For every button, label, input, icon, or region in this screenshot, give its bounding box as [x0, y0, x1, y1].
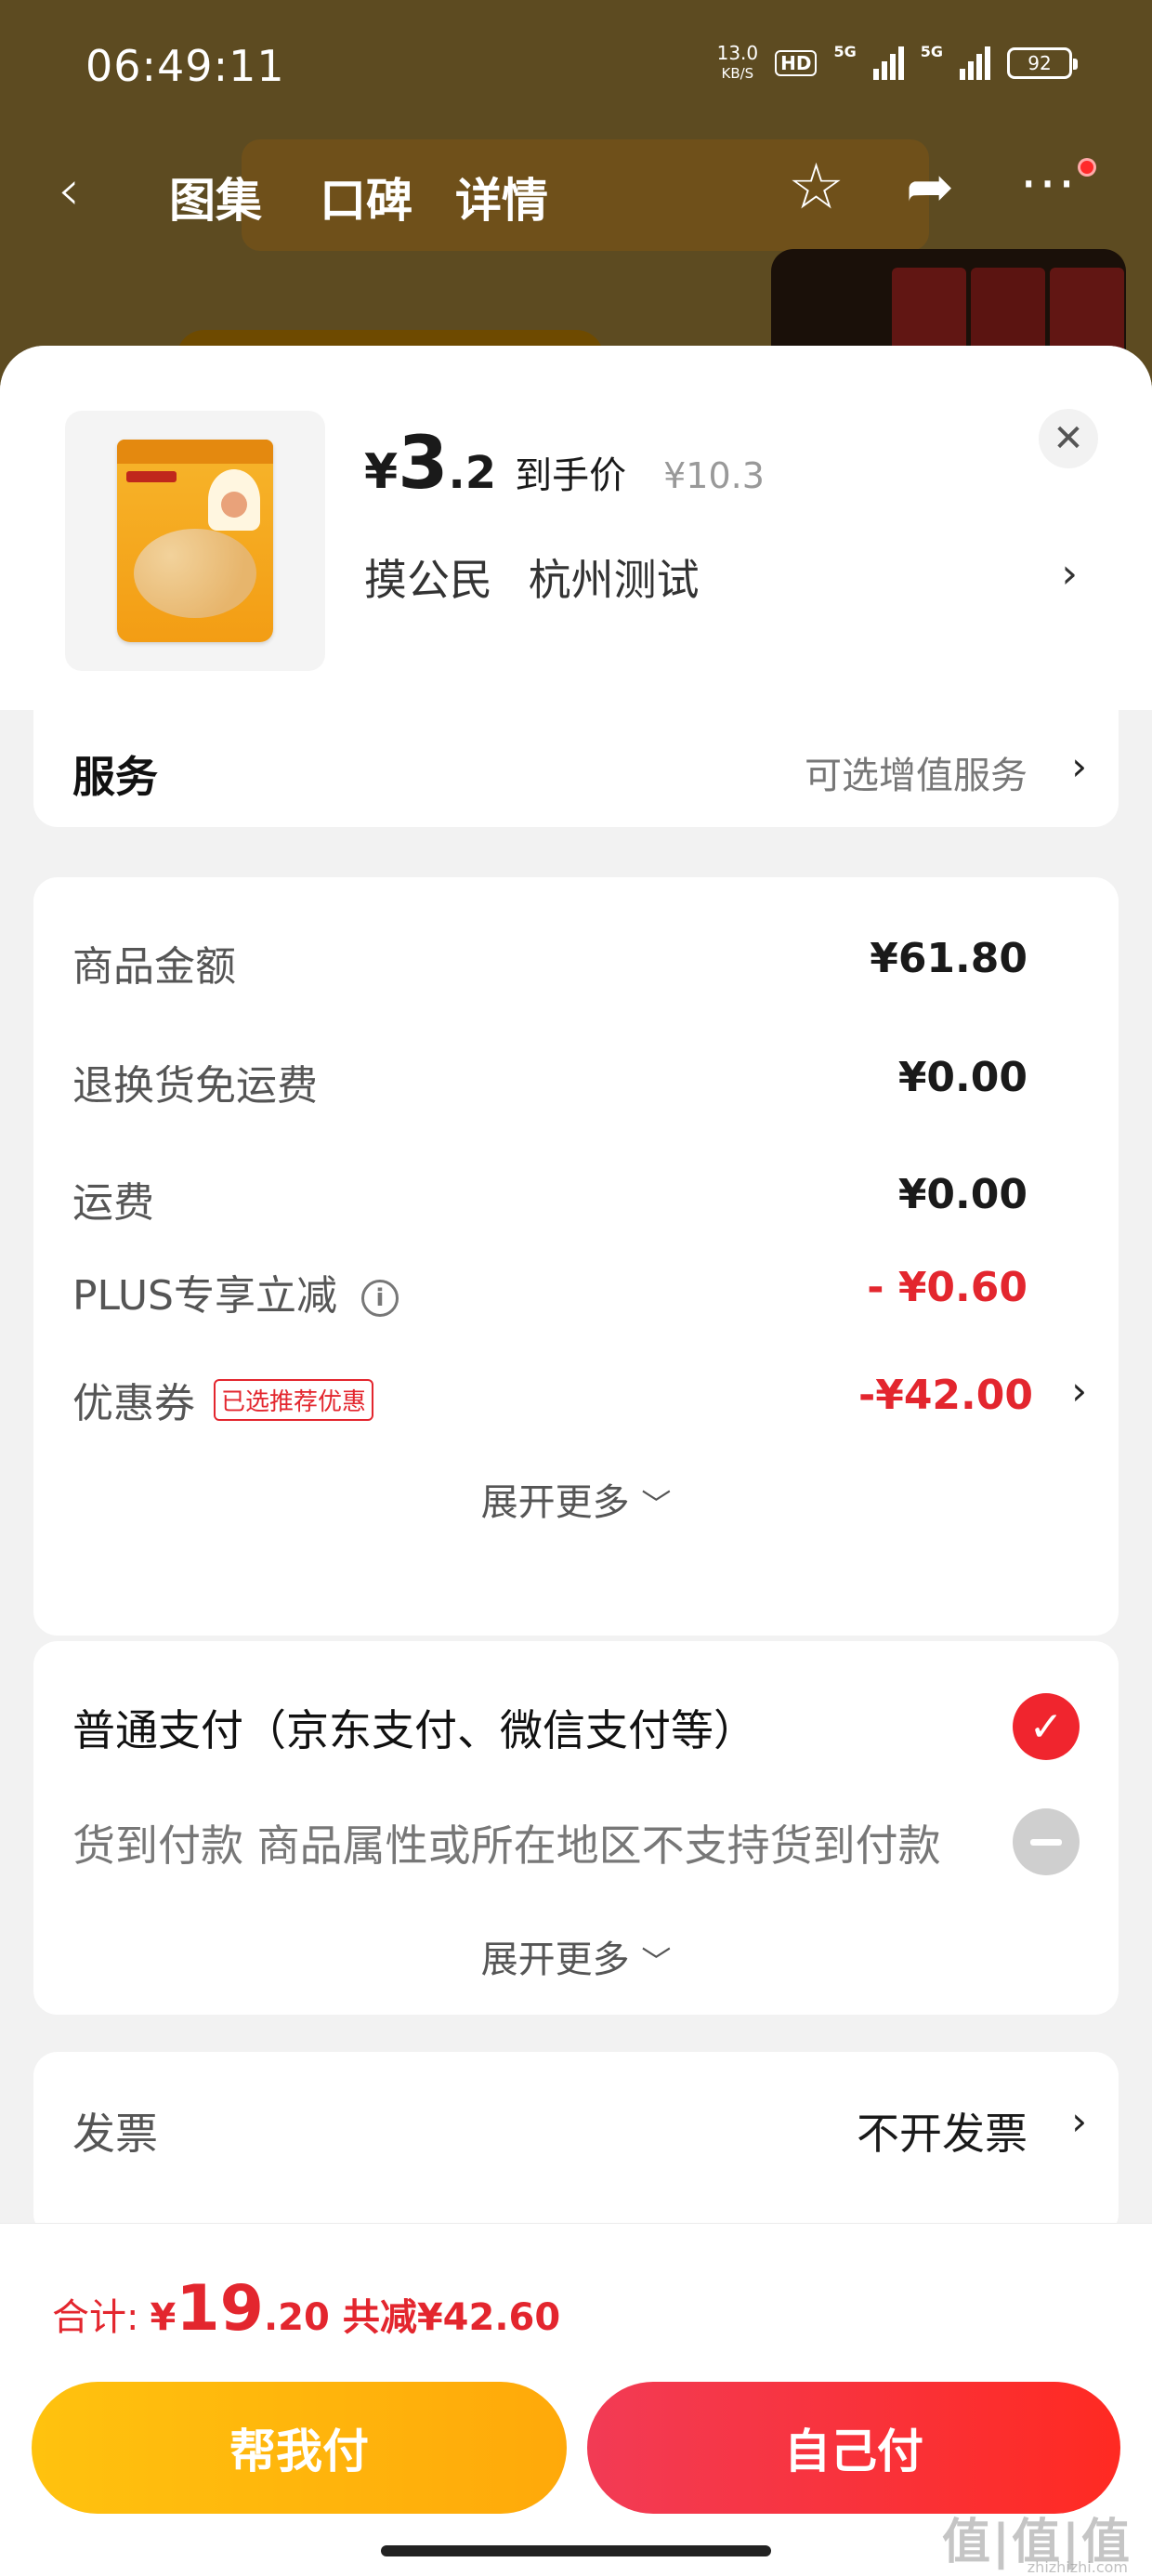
payment-option-standard[interactable]: 普通支付（京东支付、微信支付等） — [72, 1697, 756, 1758]
share-icon[interactable]: ➦ — [906, 152, 954, 220]
chevron-down-icon: ﹀ — [641, 1944, 672, 1979]
product-header: ¥ 3 .2 到手价 ¥10.3 摸公民 杭州测试 › ✕ — [0, 346, 1152, 710]
amounts-card-lower: PLUS专享立减 i - ¥0.60 优惠券 已选推荐优惠 -¥42.00 › 展开… — [33, 1238, 1119, 1636]
price-label: 到手价 — [515, 454, 627, 497]
expand-more-button[interactable]: 展开更多 ﹀ — [33, 1929, 1119, 1983]
address-city: 杭州测试 — [528, 555, 700, 605]
payment-card: 普通支付（京东支付、微信支付等） ✓ 货到付款 商品属性或所在地区不支持货到付款… — [33, 1641, 1119, 2015]
checkout-footer: 合计: ¥ 19 .20 共减¥42.60 帮我付 自己付 值|值|值 zhiz… — [0, 2223, 1152, 2576]
original-price: ¥10.3 — [663, 455, 765, 496]
invoice-value: 不开发票 — [857, 2109, 1028, 2159]
net-speed: 13.0 KB/S — [716, 42, 759, 82]
tab-reviews[interactable]: 口碑 — [320, 164, 412, 230]
nav-bar: ‹ 图集 口碑 详情 ☆ ➦ ··· — [0, 139, 1152, 242]
info-icon[interactable]: i — [361, 1280, 399, 1317]
battery-icon: 92 — [1007, 47, 1078, 79]
amount-label: 商品金额 — [72, 943, 236, 991]
more-icon[interactable]: ··· — [1020, 152, 1077, 216]
tab-details[interactable]: 详情 — [455, 164, 548, 230]
chevron-down-icon: ﹀ — [641, 1487, 672, 1522]
price-currency: ¥ — [364, 444, 399, 500]
back-arrow-icon[interactable]: ‹ — [58, 158, 80, 223]
plus-discount-row: PLUS专享立减 i — [72, 1262, 399, 1321]
notification-dot — [1078, 158, 1096, 177]
close-button[interactable]: ✕ — [1039, 409, 1098, 468]
product-image — [65, 411, 325, 671]
amount-value: ¥61.80 — [870, 935, 1028, 982]
chevron-right-icon: › — [1071, 2098, 1087, 2144]
payment-option-cod: 货到付款 商品属性或所在地区不支持货到付款 — [72, 1820, 941, 1871]
address-row[interactable]: 摸公民 杭州测试 — [364, 546, 722, 608]
total-row: 合计: ¥ 19 .20 共减¥42.60 — [52, 2272, 560, 2346]
watermark-site: zhizhizhi.com — [1027, 2558, 1128, 2576]
battery-level: 92 — [1028, 52, 1052, 74]
status-icons: 13.0 KB/S HD 5G 5G 92 — [716, 42, 1078, 84]
return-shipping-label: 退换货免运费 — [72, 1062, 318, 1110]
shipping-label: 运费 — [72, 1179, 154, 1227]
hd-icon: HD — [775, 50, 818, 76]
chevron-right-icon: › — [1071, 743, 1087, 789]
return-shipping-value: ¥0.00 — [897, 1054, 1028, 1101]
chevron-right-icon[interactable]: › — [1071, 1368, 1087, 1413]
total-integer: 19 — [176, 2272, 264, 2346]
expand-more-button[interactable]: 展开更多 ﹀ — [33, 1472, 1119, 1526]
expand-more-label: 展开更多 — [480, 1939, 630, 1981]
coupon-label: 优惠券 — [72, 1380, 195, 1427]
status-time: 06:49:11 — [85, 41, 285, 91]
service-title: 服务 — [72, 752, 158, 802]
total-currency: ¥ — [150, 2296, 177, 2339]
5g-icon-secondary: 5G — [920, 43, 943, 60]
price-integer: 3 — [398, 422, 449, 506]
chevron-right-icon[interactable]: › — [1061, 550, 1078, 598]
disabled-radio-icon — [1013, 1808, 1080, 1875]
help-pay-button[interactable]: 帮我付 — [32, 2382, 567, 2514]
invoice-card[interactable]: 发票 不开发票 › — [33, 2052, 1119, 2238]
status-bar: 06:49:11 13.0 KB/S HD 5G 5G 92 — [0, 0, 1152, 139]
price-decimal: .2 — [448, 447, 497, 499]
home-indicator[interactable] — [381, 2545, 771, 2556]
expand-more-label: 展开更多 — [480, 1481, 630, 1524]
coupon-tag: 已选推荐优惠 — [214, 1379, 374, 1421]
service-card[interactable]: 服务 可选增值服务 › — [33, 710, 1119, 827]
total-decimal: .20 — [263, 2296, 330, 2339]
coupon-row[interactable]: 优惠券 已选推荐优惠 — [72, 1370, 374, 1429]
star-icon[interactable]: ☆ — [788, 151, 844, 224]
signal-icon — [872, 46, 904, 80]
invoice-label: 发票 — [72, 2109, 158, 2159]
address-name: 摸公民 — [364, 555, 492, 605]
tab-gallery[interactable]: 图集 — [169, 164, 262, 230]
plus-discount-value: - ¥0.60 — [867, 1264, 1028, 1311]
check-icon[interactable]: ✓ — [1013, 1693, 1080, 1760]
amounts-card: 商品金额 ¥61.80 退换货免运费 ¥0.00 运费 ¥0.00 — [33, 877, 1119, 1288]
close-icon: ✕ — [1053, 417, 1084, 460]
price-row: ¥ 3 .2 到手价 ¥10.3 — [364, 427, 765, 500]
plus-discount-label: PLUS专享立减 — [72, 1272, 337, 1320]
shipping-value: ¥0.00 — [897, 1171, 1028, 1218]
peanut-bag-illustration — [117, 440, 273, 642]
coupon-value: -¥42.00 — [857, 1372, 1033, 1419]
total-saved: 共减¥42.60 — [342, 2296, 561, 2339]
self-pay-button[interactable]: 自己付 — [587, 2382, 1120, 2514]
signal-icon-secondary — [960, 46, 990, 80]
total-label: 合计: — [52, 2296, 139, 2339]
service-value: 可选增值服务 — [805, 755, 1028, 797]
5g-icon: 5G — [833, 43, 857, 60]
